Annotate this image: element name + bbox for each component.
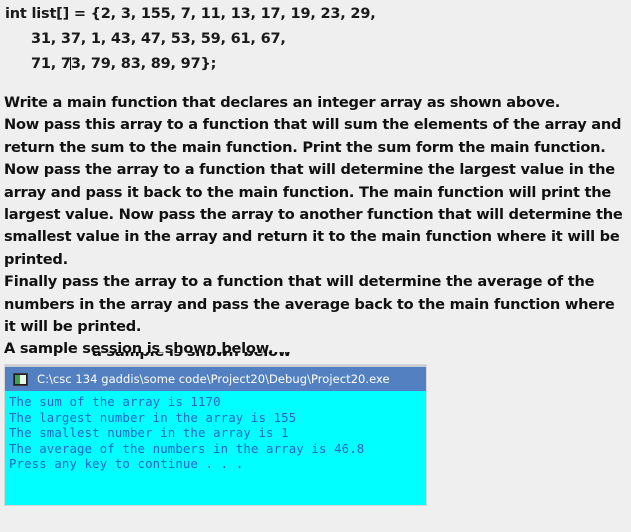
code-line-caret-suffix: 3, 79, 83, 89, 97}; (70, 56, 217, 72)
obscured-text-behind-window: a sample is shown below (92, 352, 352, 366)
instructions-text: Write a main function that declares an i… (4, 92, 628, 361)
console-window[interactable]: C:\csc 134 gaddis\some code\Project20\De… (5, 365, 426, 505)
instruction-paragraph: Write a main function that declares an i… (4, 94, 561, 111)
code-declaration-block: int list[] = {2, 3, 155, 7, 11, 13, 17, … (5, 2, 625, 77)
console-titlebar[interactable]: C:\csc 134 gaddis\some code\Project20\De… (5, 365, 426, 391)
code-line: 31, 37, 1, 43, 47, 53, 59, 61, 67, (31, 31, 286, 47)
console-output-line: The largest number in the array is 155 (9, 409, 297, 425)
console-output-line: The sum of the array is 1170 (9, 394, 221, 409)
code-line-caret-prefix: 71, 7 (31, 56, 71, 72)
code-line-with-caret: 71, 73, 79, 83, 89, 97}; (5, 52, 625, 77)
console-window-icon (13, 372, 28, 386)
console-prompt-line: Press any key to continue . . . (9, 456, 244, 472)
code-line: int list[] = {2, 3, 155, 7, 11, 13, 17, … (5, 6, 376, 22)
console-output-area[interactable]: The sum of the array is 1170 The largest… (5, 391, 426, 505)
console-output-line: The smallest number in the array is 1 (9, 425, 289, 441)
instruction-paragraph: Now pass the array to a function that wi… (4, 161, 623, 268)
console-output-line: The average of the numbers in the array … (9, 440, 365, 456)
instruction-paragraph: Now pass this array to a function that w… (4, 116, 622, 156)
instruction-paragraph: Finally pass the array to a function tha… (4, 273, 615, 336)
console-title-text: C:\csc 134 gaddis\some code\Project20\De… (37, 372, 390, 386)
